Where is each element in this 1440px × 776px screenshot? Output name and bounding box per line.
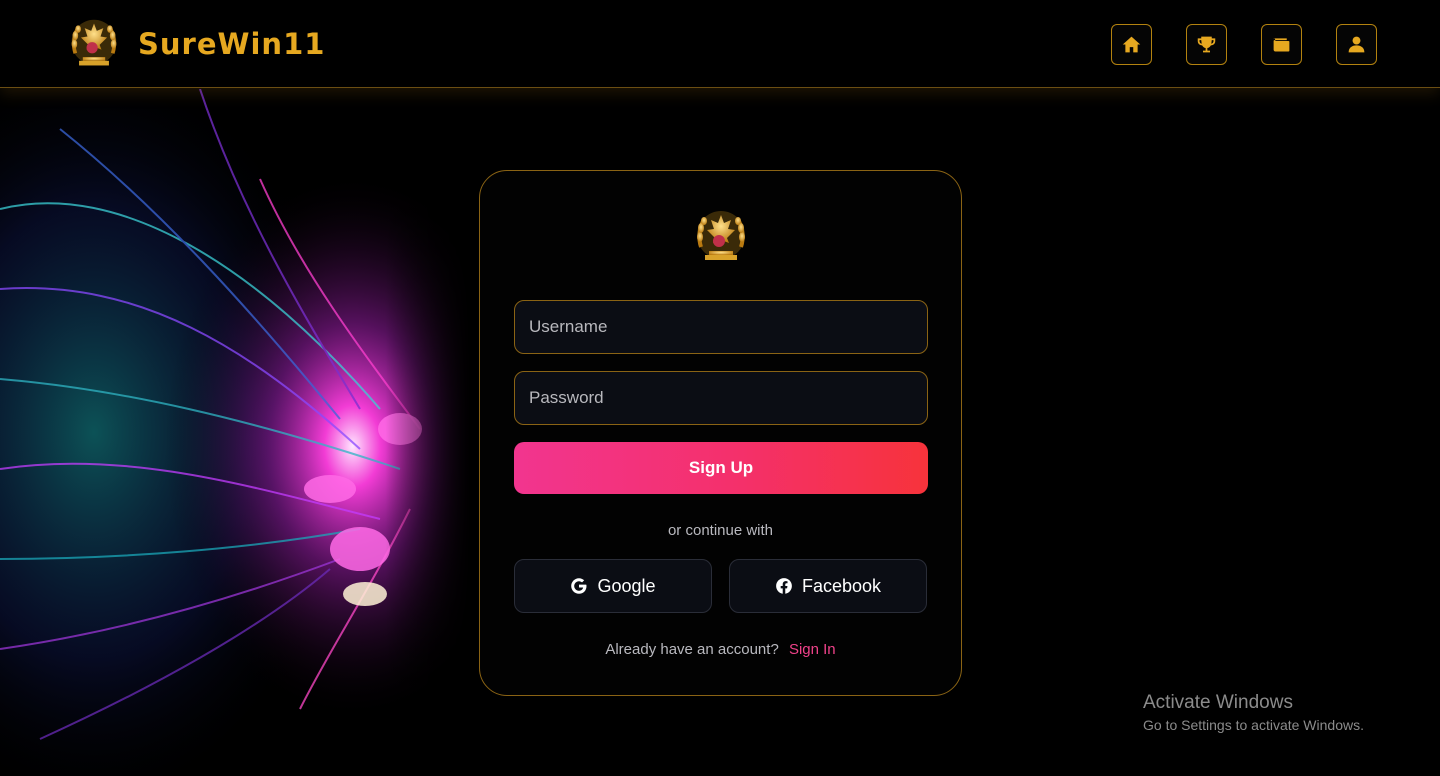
wallet-icon — [1273, 38, 1290, 52]
facebook-icon — [776, 578, 792, 594]
maple-laurel-trophy-icon — [71, 19, 117, 66]
sign-up-button[interactable]: Sign Up — [514, 442, 928, 494]
home-button[interactable] — [1111, 24, 1152, 65]
facebook-label: Facebook — [801, 575, 882, 596]
continue-with-label: or continue with — [667, 522, 774, 539]
signin-prompt-text: Already have an account? — [605, 641, 779, 658]
activate-windows-watermark: Activate Windows Go to Settings to activ… — [1143, 692, 1364, 733]
trophy-button[interactable] — [1186, 24, 1227, 65]
trophy-icon — [1197, 36, 1216, 53]
brand[interactable]: SureWin11 — [66, 16, 325, 72]
profile-button[interactable] — [1336, 24, 1377, 65]
wallet-button[interactable] — [1261, 24, 1302, 65]
watermark-title: Activate Windows — [1143, 692, 1293, 713]
password-input[interactable] — [514, 371, 928, 425]
facebook-login-button[interactable]: Facebook — [729, 559, 927, 613]
username-input[interactable] — [514, 300, 928, 354]
google-icon — [571, 578, 587, 594]
user-icon — [1348, 36, 1365, 53]
maple-laurel-trophy-icon — [697, 211, 745, 260]
google-login-button[interactable]: Google — [514, 559, 712, 613]
home-icon — [1122, 36, 1141, 53]
signin-prompt-row: Already have an account? Sign In — [480, 641, 961, 658]
top-navbar: SureWin11 — [0, 0, 1440, 88]
watermark-subtitle: Go to Settings to activate Windows. — [1143, 717, 1364, 733]
nav-icon-group — [1111, 24, 1377, 65]
brand-name: SureWin11 — [138, 27, 326, 61]
signup-card: Sign Up or continue with Google Facebook… — [479, 170, 962, 696]
google-label: Google — [597, 575, 656, 596]
fractal-background-art — [0, 89, 470, 776]
sign-in-link[interactable]: Sign In — [789, 641, 836, 658]
